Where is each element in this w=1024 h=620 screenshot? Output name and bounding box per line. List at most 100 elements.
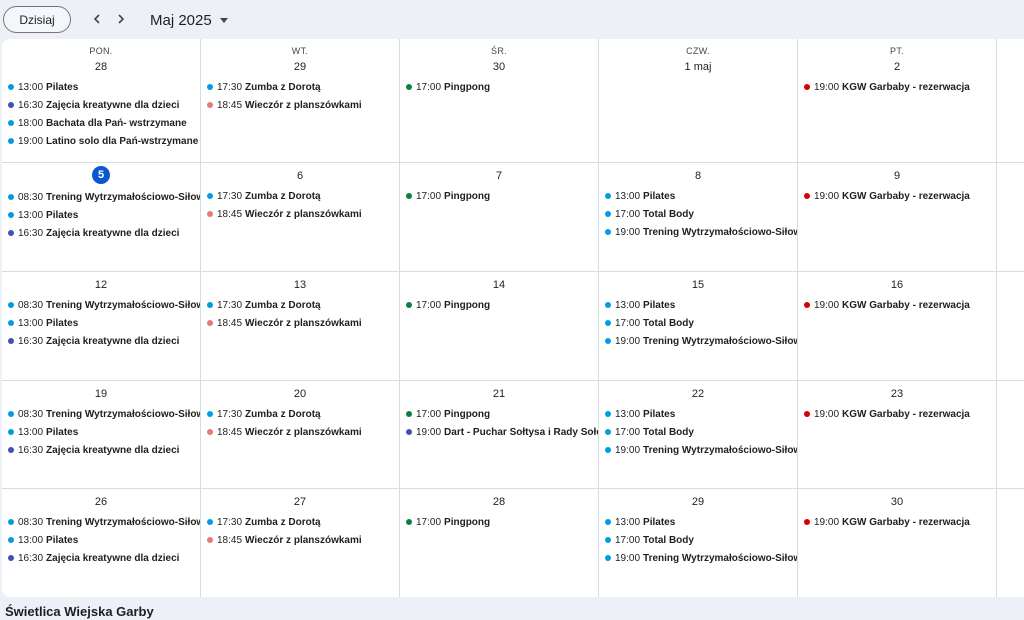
event-chip[interactable]: 19:00 Dart - Puchar Sołtysa i Rady Sołeck… <box>400 423 598 441</box>
event-chip[interactable]: 13:00 Pilates <box>599 513 797 531</box>
day-cell[interactable]: ŚR. 30 17:00 Pingpong <box>400 39 599 163</box>
day-number[interactable]: 27 <box>201 495 399 509</box>
event-chip[interactable]: 17:00 Pingpong <box>400 513 598 531</box>
event-chip[interactable]: 13:00 Pilates <box>2 423 200 441</box>
day-cell[interactable]: 19 08:30 Trening Wytrzymałościowo-Siłowy 13… <box>2 381 201 489</box>
day-number[interactable]: 2 <box>798 60 996 74</box>
event-chip[interactable]: 16:30 Zajęcia kreatywne dla dzieci <box>2 224 200 242</box>
day-cell-clipped[interactable] <box>997 489 1024 597</box>
day-number[interactable]: 1 maj <box>599 60 797 74</box>
day-number[interactable]: 30 <box>400 60 598 74</box>
day-cell[interactable]: 6 17:30 Zumba z Dorotą 18:45 Wieczór z plans… <box>201 163 400 272</box>
event-chip[interactable]: 08:30 Trening Wytrzymałościowo-Siłowy <box>2 296 200 314</box>
day-cell[interactable]: 26 08:30 Trening Wytrzymałościowo-Siłowy 13… <box>2 489 201 597</box>
day-cell[interactable]: 8 13:00 Pilates 17:00 Total Body 19:00 Trening… <box>599 163 798 272</box>
event-chip[interactable]: 19:00 Trening Wytrzymałościowo-Siłowy <box>599 332 797 350</box>
day-cell-clipped[interactable] <box>997 272 1024 381</box>
event-chip[interactable]: 13:00 Pilates <box>599 296 797 314</box>
day-cell[interactable]: CZW. 1 maj <box>599 39 798 163</box>
event-chip[interactable]: 18:45 Wieczór z planszówkami <box>201 423 399 441</box>
event-chip[interactable]: 08:30 Trening Wytrzymałościowo-Siłowy <box>2 513 200 531</box>
day-number[interactable]: 15 <box>599 278 797 292</box>
event-chip[interactable]: 19:00 KGW Garbaby - rezerwacja <box>798 513 996 531</box>
event-chip[interactable]: 17:30 Zumba z Dorotą <box>201 405 399 423</box>
day-cell[interactable]: 20 17:30 Zumba z Dorotą 18:45 Wieczór z plan… <box>201 381 400 489</box>
day-number[interactable]: 6 <box>201 169 399 183</box>
day-cell[interactable]: 9 19:00 KGW Garbaby - rezerwacja <box>798 163 997 272</box>
day-cell[interactable]: PT. 2 19:00 KGW Garbaby - rezerwacja <box>798 39 997 163</box>
day-cell-clipped[interactable] <box>997 163 1024 272</box>
day-cell[interactable]: PON. 28 13:00 Pilates 16:30 Zajęcia kreatywne… <box>2 39 201 163</box>
day-cell[interactable]: 27 17:30 Zumba z Dorotą 18:45 Wieczór z plan… <box>201 489 400 597</box>
event-chip[interactable]: 19:00 KGW Garbaby - rezerwacja <box>798 187 996 205</box>
day-number[interactable]: 8 <box>599 169 797 183</box>
event-chip[interactable]: 13:00 Pilates <box>599 187 797 205</box>
day-cell[interactable]: 7 17:00 Pingpong <box>400 163 599 272</box>
event-chip[interactable]: 13:00 Pilates <box>2 531 200 549</box>
event-chip[interactable]: 16:30 Zajęcia kreatywne dla dzieci <box>2 441 200 459</box>
event-chip[interactable]: 17:30 Zumba z Dorotą <box>201 78 399 96</box>
day-cell[interactable]: 5 08:30 Trening Wytrzymałościowo-Siłowy 13:… <box>2 163 201 272</box>
day-number[interactable]: 26 <box>2 495 200 509</box>
event-chip[interactable]: 08:30 Trening Wytrzymałościowo-Siłowy <box>2 188 200 206</box>
event-chip[interactable]: 13:00 Pilates <box>2 314 200 332</box>
day-number[interactable]: 13 <box>201 278 399 292</box>
event-chip[interactable]: 17:00 Total Body <box>599 423 797 441</box>
day-cell[interactable]: 16 19:00 KGW Garbaby - rezerwacja <box>798 272 997 381</box>
day-number[interactable]: 7 <box>400 169 598 183</box>
day-cell[interactable]: 13 17:30 Zumba z Dorotą 18:45 Wieczór z plan… <box>201 272 400 381</box>
event-chip[interactable]: 18:45 Wieczór z planszówkami <box>201 531 399 549</box>
day-number[interactable]: 20 <box>201 387 399 401</box>
event-chip[interactable]: 17:00 Pingpong <box>400 187 598 205</box>
event-chip[interactable]: 17:00 Total Body <box>599 314 797 332</box>
day-number[interactable]: 22 <box>599 387 797 401</box>
event-chip[interactable]: 17:30 Zumba z Dorotą <box>201 513 399 531</box>
day-number[interactable]: 9 <box>798 169 996 183</box>
event-chip[interactable]: 17:00 Pingpong <box>400 78 598 96</box>
event-chip[interactable]: 18:45 Wieczór z planszówkami <box>201 96 399 114</box>
event-chip[interactable]: 17:00 Pingpong <box>400 405 598 423</box>
day-number[interactable]: 16 <box>798 278 996 292</box>
day-cell[interactable]: 23 19:00 KGW Garbaby - rezerwacja <box>798 381 997 489</box>
event-chip[interactable]: 16:30 Zajęcia kreatywne dla dzieci <box>2 96 200 114</box>
event-chip[interactable]: 08:30 Trening Wytrzymałościowo-Siłowy <box>2 405 200 423</box>
event-chip[interactable]: 19:00 Trening Wytrzymałościowo-Siłowy <box>599 549 797 567</box>
day-number[interactable]: 29 <box>201 60 399 74</box>
day-number[interactable]: 12 <box>2 278 200 292</box>
day-cell[interactable]: 22 13:00 Pilates 17:00 Total Body 19:00 Trenin… <box>599 381 798 489</box>
day-number[interactable]: 14 <box>400 278 598 292</box>
event-chip[interactable]: 19:00 KGW Garbaby - rezerwacja <box>798 78 996 96</box>
next-month-button[interactable] <box>110 8 132 30</box>
event-chip[interactable]: 17:00 Total Body <box>599 531 797 549</box>
day-cell-clipped[interactable] <box>997 39 1024 163</box>
event-chip[interactable]: 19:00 Trening Wytrzymałościowo-Siłowy <box>599 441 797 459</box>
day-cell[interactable]: 12 08:30 Trening Wytrzymałościowo-Siłowy 13… <box>2 272 201 381</box>
day-number[interactable]: 28 <box>2 60 200 74</box>
day-number[interactable]: 19 <box>2 387 200 401</box>
event-chip[interactable]: 19:00 Latino solo dla Pań-wstrzymane <box>2 132 200 150</box>
day-number[interactable]: 23 <box>798 387 996 401</box>
event-chip[interactable]: 18:00 Bachata dla Pań- wstrzymane <box>2 114 200 132</box>
today-button[interactable]: Dzisiaj <box>3 6 71 33</box>
event-chip[interactable]: 17:30 Zumba z Dorotą <box>201 187 399 205</box>
day-number[interactable]: 28 <box>400 495 598 509</box>
day-cell[interactable]: 29 13:00 Pilates 17:00 Total Body 19:00 Trenin… <box>599 489 798 597</box>
day-number[interactable]: 5 <box>92 166 110 184</box>
event-chip[interactable]: 16:30 Zajęcia kreatywne dla dzieci <box>2 332 200 350</box>
event-chip[interactable]: 18:45 Wieczór z planszówkami <box>201 205 399 223</box>
event-chip[interactable]: 19:00 KGW Garbaby - rezerwacja <box>798 405 996 423</box>
event-chip[interactable]: 17:30 Zumba z Dorotą <box>201 296 399 314</box>
event-chip[interactable]: 17:00 Total Body <box>599 205 797 223</box>
event-chip[interactable]: 13:00 Pilates <box>2 78 200 96</box>
event-chip[interactable]: 16:30 Zajęcia kreatywne dla dzieci <box>2 549 200 567</box>
event-chip[interactable]: 13:00 Pilates <box>2 206 200 224</box>
day-cell[interactable]: 14 17:00 Pingpong <box>400 272 599 381</box>
day-number[interactable]: 29 <box>599 495 797 509</box>
event-chip[interactable]: 19:00 Trening Wytrzymałościowo-Siłowy <box>599 223 797 241</box>
event-chip[interactable]: 13:00 Pilates <box>599 405 797 423</box>
day-cell[interactable]: 21 17:00 Pingpong 19:00 Dart - Puchar Sołtys… <box>400 381 599 489</box>
day-cell[interactable]: 30 19:00 KGW Garbaby - rezerwacja <box>798 489 997 597</box>
previous-month-button[interactable] <box>86 8 108 30</box>
event-chip[interactable]: 19:00 KGW Garbaby - rezerwacja <box>798 296 996 314</box>
day-number[interactable]: 30 <box>798 495 996 509</box>
